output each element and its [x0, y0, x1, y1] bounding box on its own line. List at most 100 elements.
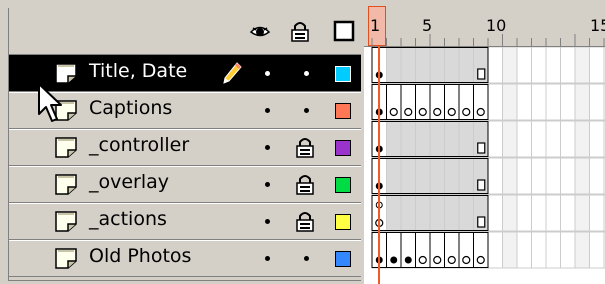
- frame-cell[interactable]: [400, 157, 416, 195]
- frame-cell[interactable]: [589, 194, 605, 232]
- frame-cell[interactable]: [589, 157, 605, 195]
- frame-cell[interactable]: [516, 231, 532, 269]
- layer-row[interactable]: Old Photos: [9, 240, 361, 277]
- layer-row[interactable]: Captions: [9, 92, 361, 129]
- lock-icon[interactable]: [289, 20, 311, 42]
- frame-cell[interactable]: [574, 157, 590, 195]
- frame-cell[interactable]: [429, 157, 445, 195]
- layer-row[interactable]: _controller: [9, 129, 361, 166]
- visibility-toggle[interactable]: [265, 145, 270, 150]
- frame-cell[interactable]: [487, 83, 503, 121]
- frame-cell[interactable]: [560, 194, 576, 232]
- frame-cell[interactable]: [415, 120, 431, 158]
- frame-cell[interactable]: [574, 194, 590, 232]
- frame-cell[interactable]: [502, 47, 518, 84]
- frame-cell[interactable]: [560, 157, 576, 195]
- frame-cell[interactable]: [545, 83, 561, 121]
- visibility-toggle[interactable]: [265, 182, 270, 187]
- frame-cell[interactable]: [386, 120, 402, 158]
- visibility-toggle[interactable]: [265, 108, 270, 113]
- frame-cell[interactable]: [487, 231, 503, 269]
- frame-cell[interactable]: [516, 120, 532, 158]
- outline-color-swatch[interactable]: [335, 103, 351, 119]
- frame-cell[interactable]: [415, 194, 431, 232]
- outline-color-swatch[interactable]: [335, 214, 351, 230]
- frame-cell[interactable]: [429, 47, 445, 84]
- frame-cell[interactable]: [502, 194, 518, 232]
- layer-name[interactable]: _actions: [89, 208, 167, 230]
- outline-color-swatch[interactable]: [335, 66, 351, 82]
- frame-cell[interactable]: [502, 157, 518, 195]
- frame-cell[interactable]: [560, 47, 576, 84]
- frame-cell[interactable]: [458, 120, 474, 158]
- frame-cell[interactable]: [545, 231, 561, 269]
- frame-cell[interactable]: [531, 47, 547, 84]
- visibility-toggle[interactable]: [265, 71, 270, 76]
- visibility-toggle[interactable]: [265, 219, 270, 224]
- frame-grid[interactable]: 1 5 10 15: [364, 0, 605, 284]
- frame-cell[interactable]: [574, 47, 590, 84]
- frame-cell[interactable]: [386, 157, 402, 195]
- lock-icon[interactable]: [294, 210, 316, 232]
- frame-cell[interactable]: [531, 157, 547, 195]
- frame-cell[interactable]: [531, 231, 547, 269]
- frame-cell[interactable]: [516, 83, 532, 121]
- frame-cell[interactable]: [458, 157, 474, 195]
- frame-cell[interactable]: [400, 47, 416, 84]
- outline-square-icon[interactable]: [333, 20, 355, 42]
- frame-cell[interactable]: [502, 120, 518, 158]
- lock-icon[interactable]: [294, 173, 316, 195]
- frame-cell[interactable]: [589, 83, 605, 121]
- frame-cell[interactable]: [516, 47, 532, 84]
- frame-cell[interactable]: [589, 120, 605, 158]
- lock-toggle[interactable]: [304, 71, 309, 76]
- lock-toggle[interactable]: [304, 256, 309, 261]
- frame-cell[interactable]: [531, 120, 547, 158]
- frame-cell[interactable]: [386, 47, 402, 84]
- frame-cell[interactable]: [429, 194, 445, 232]
- layer-row[interactable]: _overlay: [9, 166, 361, 203]
- outline-color-swatch[interactable]: [335, 177, 351, 193]
- frame-cell[interactable]: [589, 231, 605, 269]
- frame-cell[interactable]: [574, 83, 590, 121]
- frame-cell[interactable]: [545, 157, 561, 195]
- frame-cell[interactable]: [574, 231, 590, 269]
- layer-name[interactable]: Old Photos: [89, 245, 191, 267]
- frame-cell[interactable]: [444, 194, 460, 232]
- frame-cell[interactable]: [400, 120, 416, 158]
- frame-row[interactable]: [371, 231, 605, 269]
- frame-cell[interactable]: [444, 157, 460, 195]
- visibility-toggle[interactable]: [265, 256, 270, 261]
- frames-area[interactable]: [364, 47, 605, 284]
- frame-cell[interactable]: [516, 194, 532, 232]
- frame-cell[interactable]: [502, 83, 518, 121]
- layer-name[interactable]: Title, Date: [89, 60, 187, 82]
- frame-cell[interactable]: [574, 120, 590, 158]
- frame-cell[interactable]: [531, 83, 547, 121]
- layer-row[interactable]: _actions: [9, 203, 361, 240]
- frame-cell[interactable]: [487, 194, 503, 232]
- frame-cell[interactable]: [560, 231, 576, 269]
- frame-row[interactable]: [371, 47, 605, 84]
- layer-row[interactable]: Title, Date: [9, 55, 361, 92]
- outline-color-swatch[interactable]: [335, 140, 351, 156]
- frame-cell[interactable]: [400, 194, 416, 232]
- frame-cell[interactable]: [560, 120, 576, 158]
- frame-cell[interactable]: [487, 47, 503, 84]
- frame-row[interactable]: [371, 83, 605, 121]
- layer-name[interactable]: _overlay: [89, 171, 169, 193]
- frame-cell[interactable]: [444, 120, 460, 158]
- frame-row[interactable]: [371, 120, 605, 158]
- frame-cell[interactable]: [589, 47, 605, 84]
- frame-row[interactable]: [371, 194, 605, 232]
- lock-icon[interactable]: [294, 136, 316, 158]
- frame-row[interactable]: [371, 157, 605, 195]
- frame-cell[interactable]: [560, 83, 576, 121]
- outline-color-swatch[interactable]: [335, 251, 351, 267]
- frame-cell[interactable]: [545, 47, 561, 84]
- frame-cell[interactable]: [545, 120, 561, 158]
- frame-cell[interactable]: [516, 157, 532, 195]
- frame-cell[interactable]: [415, 157, 431, 195]
- frame-cell[interactable]: [545, 194, 561, 232]
- frame-cell[interactable]: [415, 47, 431, 84]
